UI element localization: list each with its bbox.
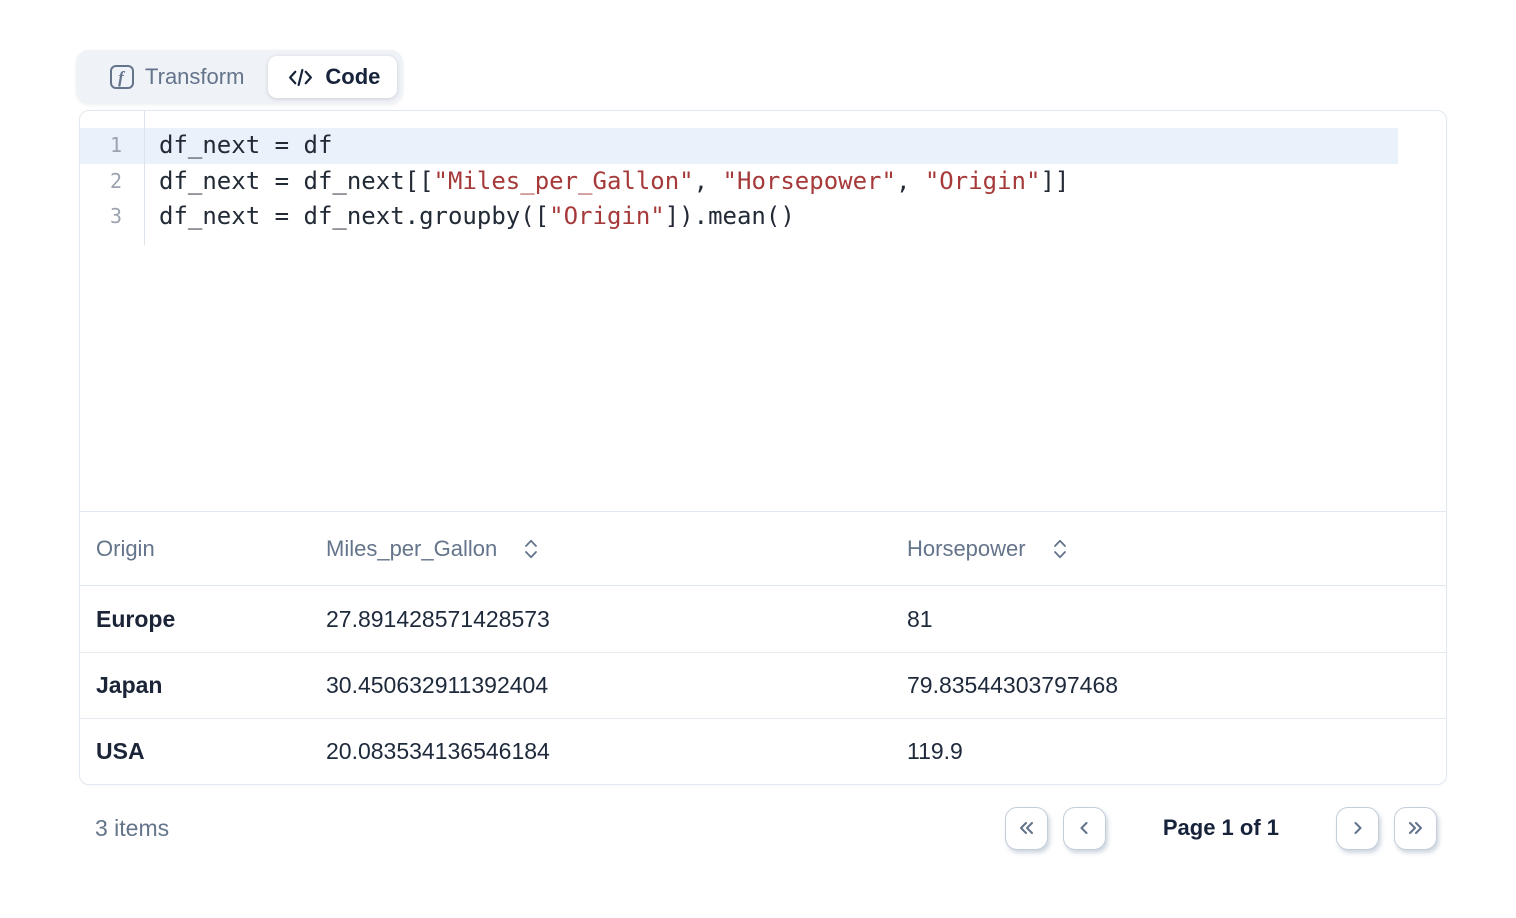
line-number-3: 3 xyxy=(80,199,144,235)
cell-origin: Japan xyxy=(80,672,326,699)
table-footer: 3 items Page 1 of 1 xyxy=(79,800,1447,856)
column-header-horsepower: Horsepower xyxy=(907,536,1446,562)
gutter-divider xyxy=(144,111,145,245)
last-page-button[interactable] xyxy=(1394,807,1437,850)
code-line-1: 1 df_next = df xyxy=(80,128,1446,164)
table-row-usa: USA 20.083534136546184 119.9 xyxy=(80,718,1446,784)
sort-icon xyxy=(1051,536,1069,562)
code-line-3-text[interactable]: df_next = df_next.groupby(["Origin"]).me… xyxy=(144,199,1398,235)
page-indicator: Page 1 of 1 xyxy=(1163,815,1279,841)
table-row-europe: Europe 27.891428571428573 81 xyxy=(80,586,1446,652)
first-page-button[interactable] xyxy=(1005,807,1048,850)
cell-horsepower: 79.83544303797468 xyxy=(907,672,1446,699)
table-header-row: Origin Miles_per_Gallon Horsepower xyxy=(80,512,1446,586)
sort-button-miles-per-gallon[interactable] xyxy=(522,536,540,562)
items-count: 3 items xyxy=(79,815,169,842)
column-header-miles-per-gallon: Miles_per_Gallon xyxy=(326,536,907,562)
chevron-left-icon xyxy=(1072,816,1096,840)
code-line-2: 2 df_next = df_next[["Miles_per_Gallon",… xyxy=(80,164,1446,200)
chevron-right-icon xyxy=(1346,816,1370,840)
code-line-3: 3 df_next = df_next.groupby(["Origin"]).… xyxy=(80,199,1446,235)
cell-horsepower: 81 xyxy=(907,606,1446,633)
double-chevron-left-icon xyxy=(1014,816,1038,840)
line-number-2: 2 xyxy=(80,164,144,200)
line-number-1: 1 xyxy=(80,128,144,164)
tab-transform[interactable]: f Transform xyxy=(82,56,268,98)
cell-miles-per-gallon: 27.891428571428573 xyxy=(326,606,907,633)
pagination: Page 1 of 1 xyxy=(1005,807,1447,850)
cell-origin: Europe xyxy=(80,606,326,633)
double-chevron-right-icon xyxy=(1404,816,1428,840)
transform-panel: 1 df_next = df 2 df_next = df_next[["Mil… xyxy=(79,110,1447,785)
tab-code[interactable]: Code xyxy=(268,56,397,98)
code-icon xyxy=(287,66,314,89)
column-header-origin: Origin xyxy=(80,536,326,562)
sort-icon xyxy=(522,536,540,562)
tab-transform-label: Transform xyxy=(145,64,244,90)
next-page-button[interactable] xyxy=(1336,807,1379,850)
code-line-1-text[interactable]: df_next = df xyxy=(144,128,1398,164)
previous-page-button[interactable] xyxy=(1063,807,1106,850)
view-switcher: f Transform Code xyxy=(76,50,403,104)
cell-origin: USA xyxy=(80,738,326,765)
code-editor[interactable]: 1 df_next = df 2 df_next = df_next[["Mil… xyxy=(80,111,1446,512)
cell-miles-per-gallon: 30.450632911392404 xyxy=(326,672,907,699)
table-row-japan: Japan 30.450632911392404 79.835443037974… xyxy=(80,652,1446,718)
function-icon: f xyxy=(110,65,134,89)
tab-code-label: Code xyxy=(325,64,380,90)
sort-button-horsepower[interactable] xyxy=(1051,536,1069,562)
cell-miles-per-gallon: 20.083534136546184 xyxy=(326,738,907,765)
cell-horsepower: 119.9 xyxy=(907,738,1446,765)
code-line-2-text[interactable]: df_next = df_next[["Miles_per_Gallon", "… xyxy=(144,164,1398,200)
